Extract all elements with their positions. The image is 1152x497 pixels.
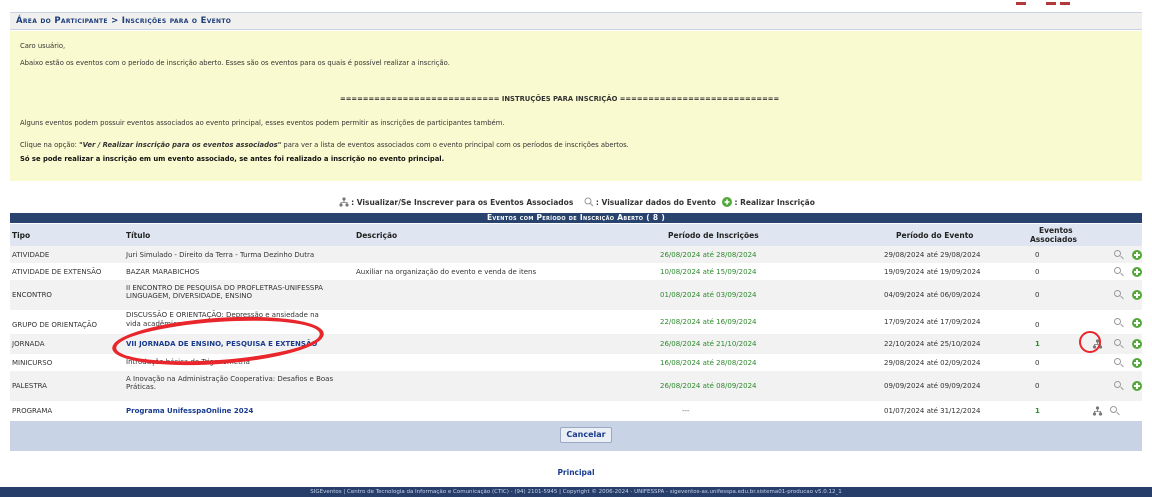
cell-periodo-inscricoes: ---	[682, 407, 690, 415]
cell-associados: 0	[1035, 251, 1040, 259]
table-header: Tipo Título Descrição Período de Inscriç…	[10, 224, 1142, 246]
notice-line-3: Clique na opção: "Ver / Realizar inscriç…	[20, 141, 629, 149]
cell-periodo-evento: 09/09/2024 até 09/09/2024	[884, 382, 981, 390]
cell-titulo: Juri Simulado - Direito da Terra - Turma…	[126, 251, 315, 259]
cell-associados: 0	[1035, 291, 1040, 299]
associated-events-icon[interactable]	[1092, 406, 1103, 416]
cell-periodo-evento: 29/08/2024 até 02/09/2024	[884, 359, 981, 367]
view-event-icon[interactable]	[1114, 339, 1121, 346]
enroll-icon[interactable]	[1132, 290, 1142, 300]
header-associados: Associados	[1030, 235, 1077, 244]
cell-periodo-evento: 22/10/2024 até 25/10/2024	[884, 340, 981, 348]
view-event-icon[interactable]	[1114, 250, 1121, 257]
cell-periodo-inscricoes: 22/08/2024 até 16/09/2024	[660, 318, 757, 326]
view-event-icon[interactable]	[1114, 318, 1121, 325]
view-event-icon[interactable]	[1114, 358, 1121, 365]
view-event-icon[interactable]	[1114, 381, 1121, 388]
cell-tipo: JORNADA	[12, 340, 45, 348]
cell-associados: 0	[1035, 382, 1040, 390]
table-row: PROGRAMA Programa UnifesspaOnline 2024 -…	[10, 401, 1142, 421]
cell-periodo-evento: 01/07/2024 até 31/12/2024	[884, 407, 981, 415]
page-footer: SIGEventos | Centro de Tecnologia da Inf…	[0, 487, 1152, 497]
notice-line-1: Abaixo estão os eventos com o período de…	[20, 59, 450, 67]
associated-events-icon	[339, 197, 349, 209]
cell-titulo: A Inovação na Administração Cooperativa:…	[126, 375, 334, 383]
notice-line-2: Alguns eventos podem possuir eventos ass…	[20, 119, 505, 127]
top-mark	[1060, 2, 1070, 5]
cell-periodo-evento: 19/09/2024 até 19/09/2024	[884, 268, 981, 276]
cancel-button[interactable]: Cancelar	[560, 427, 612, 443]
header-descricao: Descrição	[356, 231, 398, 240]
header-periodo-evento: Período do Evento	[896, 231, 974, 240]
cell-associados: 0	[1035, 268, 1040, 276]
notice-box: Caro usuário, Abaixo estão os eventos co…	[10, 31, 1142, 181]
enroll-icon[interactable]	[1132, 267, 1142, 277]
cell-tipo: GRUPO DE ORIENTAÇÃO	[12, 321, 97, 329]
cell-titulo: II ENCONTRO DE PESQUISA DO PROFLETRAS-UN…	[126, 284, 323, 292]
cell-periodo-inscricoes: 26/08/2024 até 28/08/2024	[660, 251, 757, 259]
breadcrumb: Área do Participante > Inscrições para o…	[10, 12, 1142, 30]
notice-line-3-suffix: para ver a lista de eventos associados c…	[281, 141, 629, 149]
cell-titulo-line-2: LINGUAGEM, DIVERSIDADE, ENSINO	[126, 292, 253, 300]
notice-line-4: Só se pode realizar a inscrição em um ev…	[20, 155, 445, 163]
cell-associados: 1	[1035, 340, 1040, 348]
view-event-icon[interactable]	[1114, 290, 1121, 297]
view-event-icon[interactable]	[1114, 267, 1121, 274]
cell-tipo: ENCONTRO	[12, 291, 52, 299]
notice-line-3-option: "Ver / Realizar inscrição para os evento…	[79, 141, 282, 149]
principal-link[interactable]: Principal	[0, 468, 1152, 477]
view-event-icon[interactable]	[1110, 406, 1117, 413]
top-mark	[1016, 2, 1026, 5]
cell-tipo: MINICURSO	[12, 359, 53, 367]
enroll-icon[interactable]	[1132, 318, 1142, 328]
view-event-icon	[584, 197, 594, 209]
annotation-circle	[1079, 331, 1101, 353]
cell-titulo-line-2: Práticas.	[126, 383, 156, 391]
cell-periodo-evento: 17/09/2024 até 17/09/2024	[884, 318, 981, 326]
enroll-icon[interactable]	[1132, 339, 1142, 349]
enroll-icon	[722, 197, 733, 209]
notice-line-3-prefix: Clique na opção:	[20, 141, 80, 149]
table-row: ATIVIDADE Juri Simulado - Direito da Ter…	[10, 246, 1142, 263]
header-tipo: Tipo	[12, 231, 31, 240]
cell-periodo-inscricoes: 16/08/2024 até 28/08/2024	[660, 359, 757, 367]
enroll-icon[interactable]	[1132, 381, 1142, 391]
top-strip	[0, 0, 1152, 10]
legend-assoc-text: : Visualizar/Se Inscrever para os Evento…	[351, 198, 574, 207]
legend-view-text: : Visualizar dados do Evento	[595, 198, 716, 207]
table-row: ENCONTRO II ENCONTRO DE PESQUISA DO PROF…	[10, 280, 1142, 310]
cell-periodo-inscricoes: 10/08/2024 até 15/09/2024	[660, 268, 757, 276]
cell-associados: 0	[1035, 321, 1040, 329]
cell-periodo-inscricoes: 26/08/2024 até 21/10/2024	[660, 340, 757, 348]
table-row: ATIVIDADE DE EXTENSÃO BAZAR MARABICHOS A…	[10, 263, 1142, 280]
header-titulo: Título	[126, 231, 151, 240]
table-row: PALESTRA A Inovação na Administração Coo…	[10, 371, 1142, 401]
cell-tipo: ATIVIDADE DE EXTENSÃO	[12, 268, 102, 276]
cell-tipo: PALESTRA	[12, 382, 47, 390]
cell-periodo-inscricoes: 26/08/2024 até 08/09/2024	[660, 382, 757, 390]
instructions-header: ============================ INSTRUÇÕES …	[340, 95, 780, 103]
cell-periodo-inscricoes: 01/08/2024 até 03/09/2024	[660, 291, 757, 299]
cell-associados: 0	[1035, 359, 1040, 367]
cell-associados: 1	[1035, 407, 1040, 415]
icon-legend: : Visualizar/Se Inscrever para os Evento…	[0, 197, 1152, 209]
top-mark	[1046, 2, 1056, 5]
event-title-link[interactable]: Programa UnifesspaOnline 2024	[126, 407, 253, 415]
legend-enroll-text: : Realizar Inscrição	[734, 198, 815, 207]
cell-tipo: ATIVIDADE	[12, 251, 50, 259]
header-periodo-inscricoes: Período de Inscrições	[668, 231, 759, 240]
cell-titulo: BAZAR MARABICHOS	[126, 268, 200, 276]
enroll-icon[interactable]	[1132, 358, 1142, 368]
table-caption: Eventos com Período de Inscrição Aberto …	[10, 213, 1142, 223]
cell-periodo-evento: 04/09/2024 até 06/09/2024	[884, 291, 981, 299]
cell-periodo-evento: 29/08/2024 até 29/08/2024	[884, 251, 981, 259]
cell-descricao: Auxiliar na organização do evento e vend…	[356, 268, 537, 276]
cell-tipo: PROGRAMA	[12, 407, 53, 415]
enroll-icon[interactable]	[1132, 250, 1142, 260]
notice-greeting: Caro usuário,	[20, 42, 66, 50]
header-eventos: Eventos	[1039, 226, 1073, 235]
